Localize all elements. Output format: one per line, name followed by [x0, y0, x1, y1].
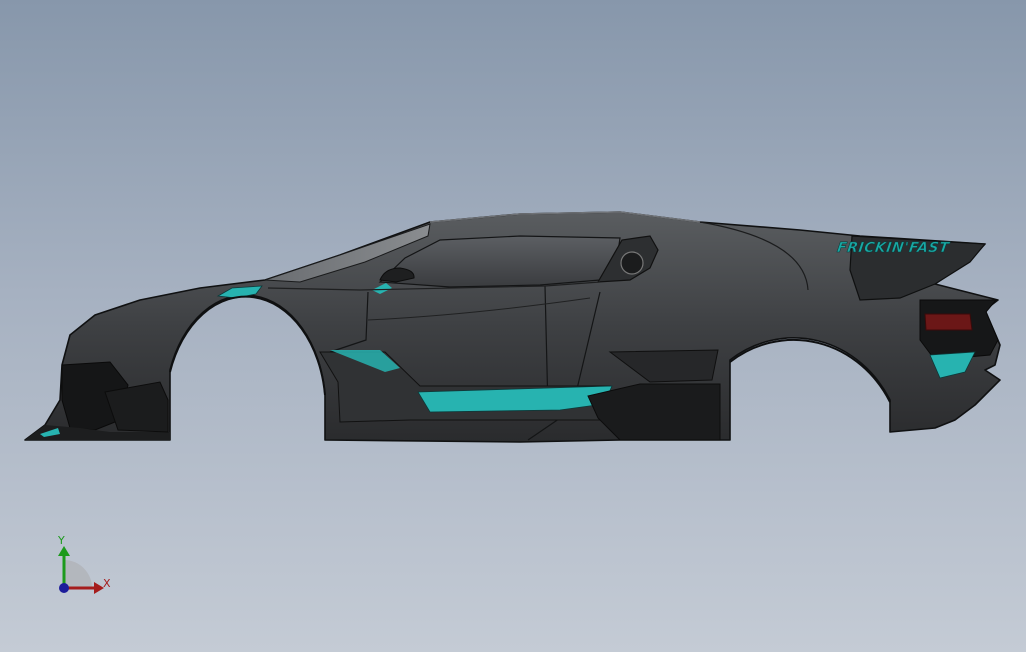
view-triad: Y X — [57, 534, 111, 594]
triad-y-label: Y — [57, 534, 65, 547]
tail-light-red — [924, 313, 973, 331]
triad-origin — [59, 583, 69, 593]
car-model[interactable]: FRICKIN'FAST Y X — [0, 0, 1026, 652]
rear-decal-text: FRICKIN'FAST — [836, 240, 951, 256]
triad-quadrant — [64, 560, 92, 588]
graphics-viewport[interactable]: FRICKIN'FAST Y X — [0, 0, 1026, 652]
scoop-opening — [620, 251, 644, 275]
triad-x-label: X — [103, 577, 111, 590]
triad-y-arrow — [58, 546, 70, 556]
